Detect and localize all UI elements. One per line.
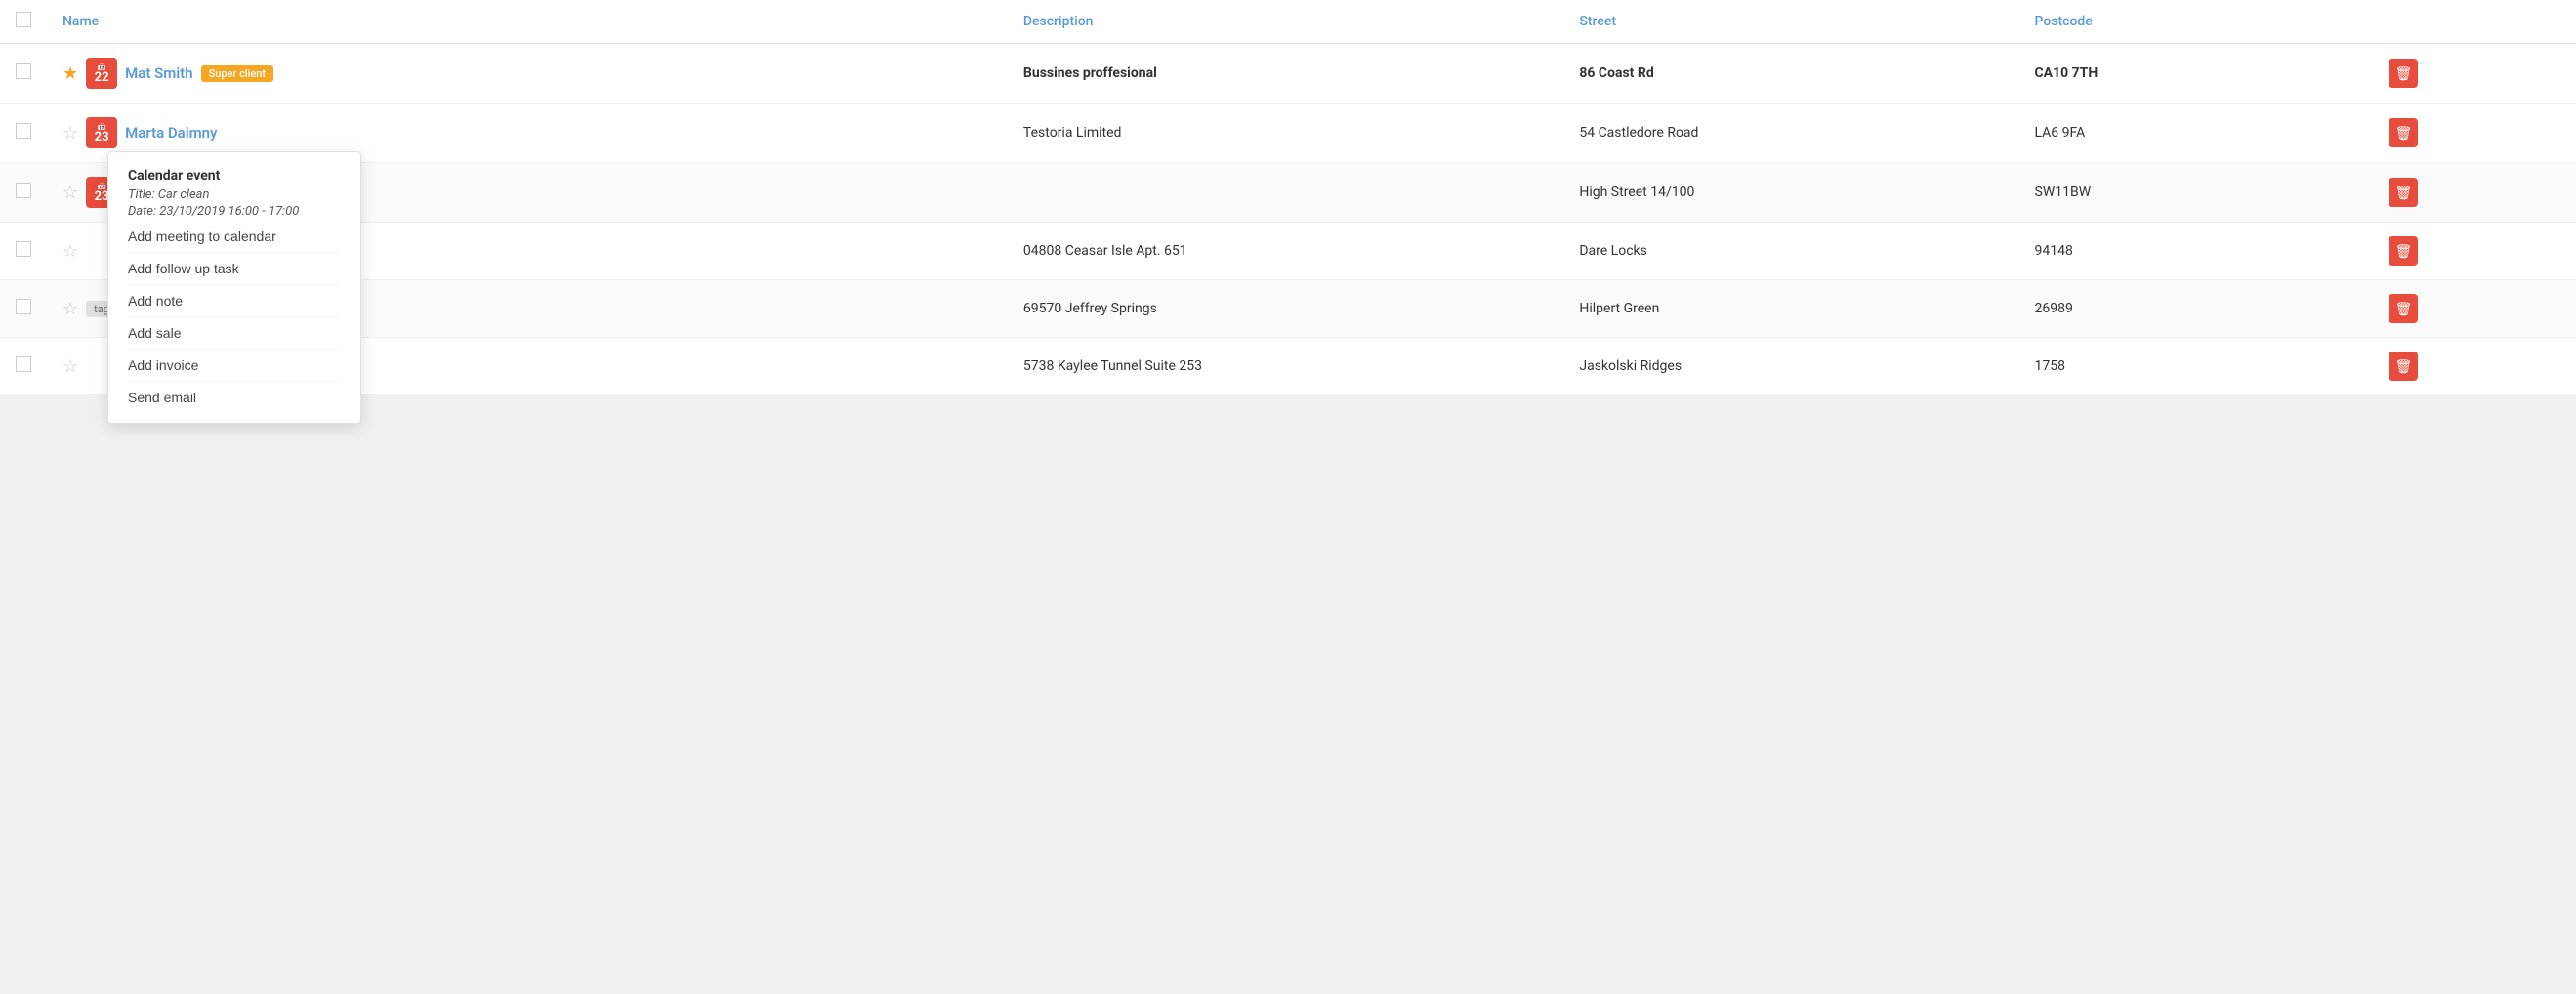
street-value: 86 Coast Rd — [1579, 65, 1653, 81]
row-checkbox[interactable] — [16, 299, 31, 314]
action-cell: 🗑 — [2373, 280, 2576, 338]
street-cell: High Street 14/100 — [1563, 163, 2018, 223]
action-cell: 🗑 — [2373, 163, 2576, 223]
star-icon[interactable]: ☆ — [62, 356, 78, 377]
description-value: Bussines proffesional — [1023, 65, 1157, 81]
action-cell: 🗑 — [2373, 223, 2576, 280]
star-icon[interactable]: ☆ — [62, 241, 78, 262]
popup-action-button[interactable]: Add meeting to calendar — [128, 221, 341, 252]
description-value: 5738 Kaylee Tunnel Suite 253 — [1023, 358, 1202, 374]
postcode-value: SW11BW — [2035, 185, 2092, 200]
description-value: Testoria Limited — [1023, 125, 1122, 141]
select-all-checkbox[interactable] — [16, 12, 31, 27]
description-cell: Testoria Limited — [1008, 104, 1563, 163]
row-checkbox[interactable] — [16, 356, 31, 372]
popup-action-button[interactable]: Add note — [128, 284, 341, 316]
table-row: ★ 📅22 Mat Smith Super client Bussines proffe… — [0, 44, 2576, 104]
action-cell: 🗑 — [2373, 104, 2576, 163]
popup-title-value: Car clean — [158, 187, 210, 202]
postcode-cell: 1758 — [2019, 338, 2374, 395]
delete-button[interactable]: 🗑 — [2389, 118, 2418, 147]
street-cell: 86 Coast Rd — [1563, 44, 2018, 104]
street-header: Street — [1563, 0, 2018, 44]
description-cell: Bussines proffesional — [1008, 44, 1563, 104]
street-cell: Jaskolski Ridges — [1563, 338, 2018, 395]
action-cell: 🗑 — [2373, 338, 2576, 395]
delete-button[interactable]: 🗑 — [2389, 352, 2418, 381]
popup-title-label: Title: — [128, 187, 155, 202]
postcode-cell: LA6 9FA — [2019, 104, 2374, 163]
description-cell: 04808 Ceasar Isle Apt. 651 — [1008, 223, 1563, 280]
street-value: Dare Locks — [1579, 243, 1647, 259]
street-value: Hilpert Green — [1579, 301, 1659, 316]
postcode-value: CA10 7TH — [2035, 65, 2098, 81]
popup-action-button[interactable]: Add invoice — [128, 349, 341, 381]
postcode-value: 1758 — [2035, 358, 2065, 374]
popup-date-value: 23/10/2019 16:00 - 17:00 — [159, 204, 299, 219]
street-value: Jaskolski Ridges — [1579, 358, 1682, 374]
row-checkbox[interactable] — [16, 123, 31, 139]
description-cell: 5738 Kaylee Tunnel Suite 253 — [1008, 338, 1563, 395]
delete-button[interactable]: 🗑 — [2389, 294, 2418, 323]
row-checkbox[interactable] — [16, 63, 31, 79]
postcode-cell: 26989 — [2019, 280, 2374, 338]
postcode-cell: SW11BW — [2019, 163, 2374, 223]
postcode-cell: CA10 7TH — [2019, 44, 2374, 104]
description-value: 69570 Jeffrey Springs — [1023, 301, 1157, 316]
description-cell: 69570 Jeffrey Springs — [1008, 280, 1563, 338]
popup-date-line: Date: 23/10/2019 16:00 - 17:00 — [128, 204, 341, 219]
table-row: ☆tag2tag369570 Jeffrey SpringsHilpert Gr… — [0, 280, 2576, 338]
popup-date-label: Date: — [128, 204, 156, 219]
popup-action-button[interactable]: Add sale — [128, 316, 341, 349]
popup-title: Calendar event — [128, 168, 341, 184]
star-icon[interactable]: ☆ — [62, 299, 78, 319]
name-header: Name — [47, 0, 1008, 44]
description-value: 04808 Ceasar Isle Apt. 651 — [1023, 243, 1187, 259]
select-all-header — [0, 0, 47, 44]
row-checkbox[interactable] — [16, 241, 31, 257]
star-icon[interactable]: ☆ — [62, 123, 78, 144]
super-client-badge: Super client — [201, 65, 274, 82]
description-header: Description — [1008, 0, 1563, 44]
calendar-icon[interactable]: 📅23 — [86, 117, 117, 148]
table-row: ☆📅23Martin KowalskyVIPHigh Street 14/100… — [0, 163, 2576, 223]
street-value: High Street 14/100 — [1579, 185, 1694, 200]
postcode-header: Postcode — [2019, 0, 2374, 44]
street-value: 54 Castledore Road — [1579, 125, 1698, 141]
postcode-cell: 94148 — [2019, 223, 2374, 280]
table-row: ☆ 5738 Kaylee Tunnel Suite 253 Jaskolski R… — [0, 338, 2576, 395]
description-cell — [1008, 163, 1563, 223]
delete-button[interactable]: 🗑 — [2389, 59, 2418, 88]
star-icon[interactable]: ☆ — [62, 183, 78, 203]
street-cell: Hilpert Green — [1563, 280, 2018, 338]
street-cell: Dare Locks — [1563, 223, 2018, 280]
popup-actions: Add meeting to calendarAdd follow up tas… — [128, 221, 341, 413]
name-cell: ☆ 📅23 Marta Daimny — [62, 117, 992, 148]
popup-title-line: Title: Car clean — [128, 187, 341, 202]
client-name[interactable]: Mat Smith — [125, 64, 192, 82]
delete-button[interactable]: 🗑 — [2389, 178, 2418, 207]
row-checkbox[interactable] — [16, 183, 31, 198]
delete-button[interactable]: 🗑 — [2389, 236, 2418, 266]
popup-action-button[interactable]: Add follow up task — [128, 252, 341, 284]
client-name[interactable]: Marta Daimny — [125, 124, 217, 142]
postcode-value: 26989 — [2035, 301, 2073, 316]
popup-action-button[interactable]: Send email — [128, 381, 341, 413]
postcode-value: LA6 9FA — [2035, 125, 2086, 141]
calendar-icon[interactable]: 📅22 — [86, 58, 117, 89]
name-cell: ★ 📅22 Mat Smith Super client — [62, 58, 992, 89]
street-cell: 54 Castledore Road — [1563, 104, 2018, 163]
postcode-value: 94148 — [2035, 243, 2073, 259]
table-row: ☆ 04808 Ceasar Isle Apt. 651 Dare Locks 941… — [0, 223, 2576, 280]
calendar-event-popup: Calendar event Title: Car clean Date: 23… — [107, 151, 361, 424]
action-header — [2373, 0, 2576, 44]
action-cell: 🗑 — [2373, 44, 2576, 104]
star-icon[interactable]: ★ — [62, 63, 78, 84]
table-row: ☆ 📅23 Marta Daimny Testoria Limited 54 Castl… — [0, 104, 2576, 163]
